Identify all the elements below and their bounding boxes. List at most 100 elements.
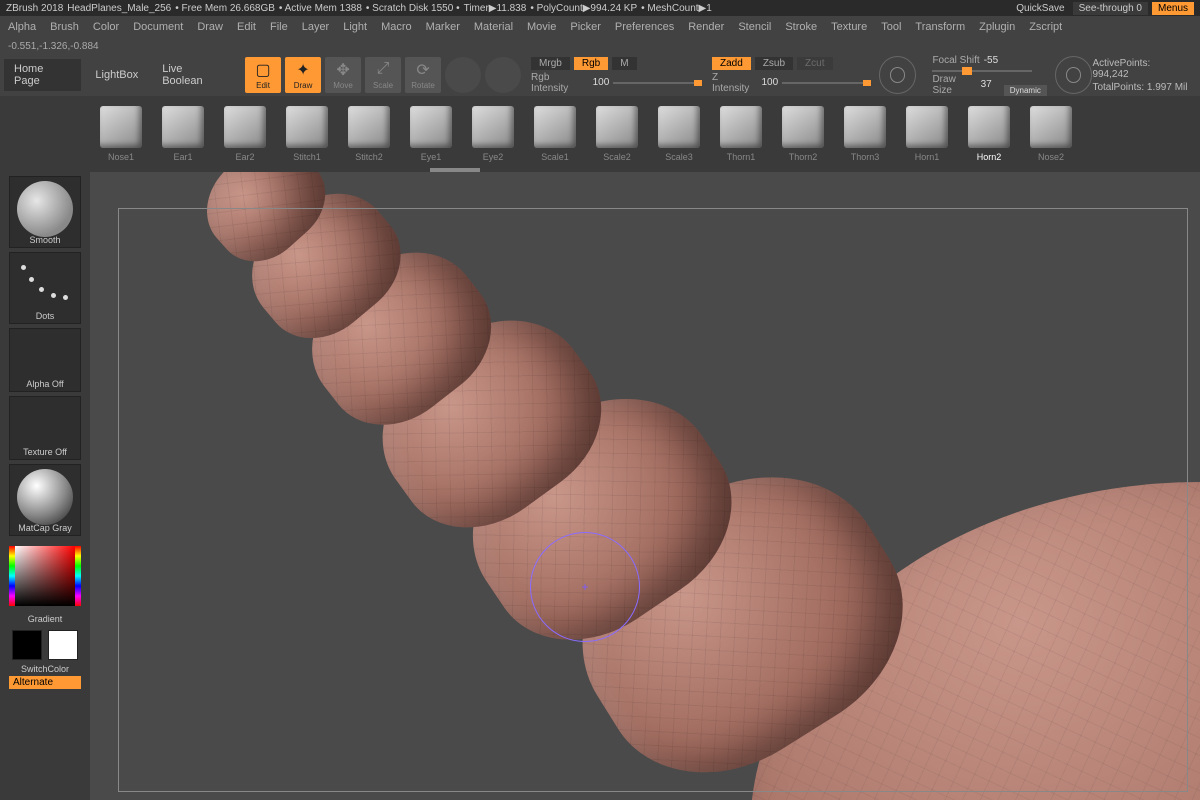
focal-shift-value[interactable]: -55 — [984, 55, 998, 66]
m-button[interactable]: M — [612, 57, 636, 70]
quicksave-button[interactable]: QuickSave — [1016, 3, 1064, 14]
brush-chip-label: Nose2 — [1038, 152, 1064, 162]
lightbox-brush-strip[interactable]: Nose1 Ear1 Ear2 Stitch1 Stitch2 Eye1 Eye2 Scale… — [0, 96, 1200, 172]
rgb-intensity-value[interactable]: 100 — [593, 77, 610, 88]
draw-size-value[interactable]: 37 — [981, 79, 992, 90]
menu-bar: Alpha Brush Color Document Draw Edit File Layer… — [0, 16, 1200, 38]
menu-zplugin[interactable]: Zplugin — [979, 21, 1015, 33]
brush-chip-horn1[interactable]: Horn1 — [906, 106, 948, 162]
live-boolean-tab[interactable]: Live Boolean — [152, 59, 235, 91]
draw-size-icon[interactable] — [1055, 56, 1093, 94]
brush-thumb-icon — [162, 106, 204, 148]
brush-chip-horn2[interactable]: Horn2 — [968, 106, 1010, 162]
z-intensity-slider[interactable] — [782, 82, 871, 84]
see-through-slider[interactable]: See-through 0 — [1073, 2, 1148, 15]
rotate-icon: ⟳ — [416, 60, 429, 80]
draw-mode-button[interactable]: ✦Draw — [285, 57, 321, 93]
brush-thumb-icon — [534, 106, 576, 148]
brush-chip-thorn1[interactable]: Thorn1 — [720, 106, 762, 162]
menu-movie[interactable]: Movie — [527, 21, 556, 33]
menu-draw[interactable]: Draw — [197, 21, 223, 33]
brush-chip-nose1[interactable]: Nose1 — [100, 106, 142, 162]
menu-light[interactable]: Light — [343, 21, 367, 33]
brush-chip-ear1[interactable]: Ear1 — [162, 106, 204, 162]
brush-chip-ear2[interactable]: Ear2 — [224, 106, 266, 162]
brush-chip-nose2[interactable]: Nose2 — [1030, 106, 1072, 162]
main-toolbar: Home Page LightBox Live Boolean ▢Edit ✦D… — [0, 54, 1200, 96]
home-page-tab[interactable]: Home Page — [4, 59, 81, 91]
stroke-selector[interactable]: Dots — [9, 252, 81, 324]
material-ball-icon — [17, 469, 73, 525]
menu-tool[interactable]: Tool — [881, 21, 901, 33]
rgb-button[interactable]: Rgb — [574, 57, 608, 70]
menu-color[interactable]: Color — [93, 21, 119, 33]
menu-marker[interactable]: Marker — [426, 21, 460, 33]
brush-chip-eye2[interactable]: Eye2 — [472, 106, 514, 162]
menu-layer[interactable]: Layer — [302, 21, 330, 33]
secondary-color-swatch[interactable] — [48, 630, 78, 660]
primary-color-swatch[interactable] — [12, 630, 42, 660]
switch-color-button[interactable]: SwitchColor — [21, 664, 69, 674]
material-selector[interactable]: MatCap Gray — [9, 464, 81, 536]
viewport-canvas[interactable] — [90, 172, 1200, 800]
brush-thumb-icon — [720, 106, 762, 148]
rotate-mode-button[interactable]: ⟳Rotate — [405, 57, 441, 93]
menu-edit[interactable]: Edit — [237, 21, 256, 33]
focal-shift-slider[interactable] — [932, 70, 1032, 72]
dynamic-toggle[interactable]: Dynamic — [1004, 85, 1047, 96]
left-sidebar: Smooth Dots Alpha Off Texture Off MatCap… — [0, 172, 90, 800]
brush-chip-eye1[interactable]: Eye1 — [410, 106, 452, 162]
app-title: ZBrush 2018 — [6, 3, 63, 14]
z-intensity-value[interactable]: 100 — [762, 77, 779, 88]
lightbox-tab[interactable]: LightBox — [85, 65, 148, 85]
menu-material[interactable]: Material — [474, 21, 513, 33]
zadd-button[interactable]: Zadd — [712, 57, 751, 70]
scale-mode-button[interactable]: ⤢Scale — [365, 57, 401, 93]
zsub-button[interactable]: Zsub — [755, 57, 793, 70]
menu-stroke[interactable]: Stroke — [785, 21, 817, 33]
menu-picker[interactable]: Picker — [570, 21, 601, 33]
menu-file[interactable]: File — [270, 21, 288, 33]
brush-chip-scale3[interactable]: Scale3 — [658, 106, 700, 162]
zcut-button[interactable]: Zcut — [797, 57, 832, 70]
focal-shift-icon[interactable] — [879, 56, 917, 94]
menu-render[interactable]: Render — [688, 21, 724, 33]
dots-icon — [17, 263, 73, 303]
brush-thumb-icon — [224, 106, 266, 148]
poly-stats: ActivePoints: 994,242 TotalPoints: 1.997… — [1092, 58, 1188, 93]
menu-transform[interactable]: Transform — [915, 21, 965, 33]
menu-zscript[interactable]: Zscript — [1029, 21, 1062, 33]
menu-preferences[interactable]: Preferences — [615, 21, 674, 33]
rgb-intensity-slider[interactable] — [613, 82, 702, 84]
brush-chip-label: Scale2 — [603, 152, 631, 162]
gizmo-button-2[interactable] — [485, 57, 521, 93]
menu-stencil[interactable]: Stencil — [738, 21, 771, 33]
brush-chip-label: Stitch1 — [293, 152, 321, 162]
brush-chip-scale2[interactable]: Scale2 — [596, 106, 638, 162]
draw-size-label: Draw Size — [932, 74, 976, 96]
mrgb-button[interactable]: Mrgb — [531, 57, 570, 70]
brush-chip-scale1[interactable]: Scale1 — [534, 106, 576, 162]
alpha-selector[interactable]: Alpha Off — [9, 328, 81, 392]
menu-texture[interactable]: Texture — [831, 21, 867, 33]
brush-chip-thorn3[interactable]: Thorn3 — [844, 106, 886, 162]
menu-brush[interactable]: Brush — [50, 21, 79, 33]
move-icon: ✥ — [336, 60, 349, 80]
brush-selector[interactable]: Smooth — [9, 176, 81, 248]
gradient-label[interactable]: Gradient — [28, 614, 63, 624]
mesh-count: • MeshCount▶1 — [641, 3, 712, 14]
brush-chip-stitch1[interactable]: Stitch1 — [286, 106, 328, 162]
scratch-disk: • Scratch Disk 1550 • — [366, 3, 460, 14]
alternate-button[interactable]: Alternate — [9, 676, 81, 689]
move-mode-button[interactable]: ✥Move — [325, 57, 361, 93]
brush-chip-thorn2[interactable]: Thorn2 — [782, 106, 824, 162]
menus-button[interactable]: Menus — [1152, 2, 1194, 15]
texture-selector[interactable]: Texture Off — [9, 396, 81, 460]
brush-chip-stitch2[interactable]: Stitch2 — [348, 106, 390, 162]
menu-alpha[interactable]: Alpha — [8, 21, 36, 33]
menu-document[interactable]: Document — [133, 21, 183, 33]
gizmo-button-1[interactable] — [445, 57, 481, 93]
menu-macro[interactable]: Macro — [381, 21, 412, 33]
color-picker[interactable] — [9, 540, 81, 612]
edit-mode-button[interactable]: ▢Edit — [245, 57, 281, 93]
